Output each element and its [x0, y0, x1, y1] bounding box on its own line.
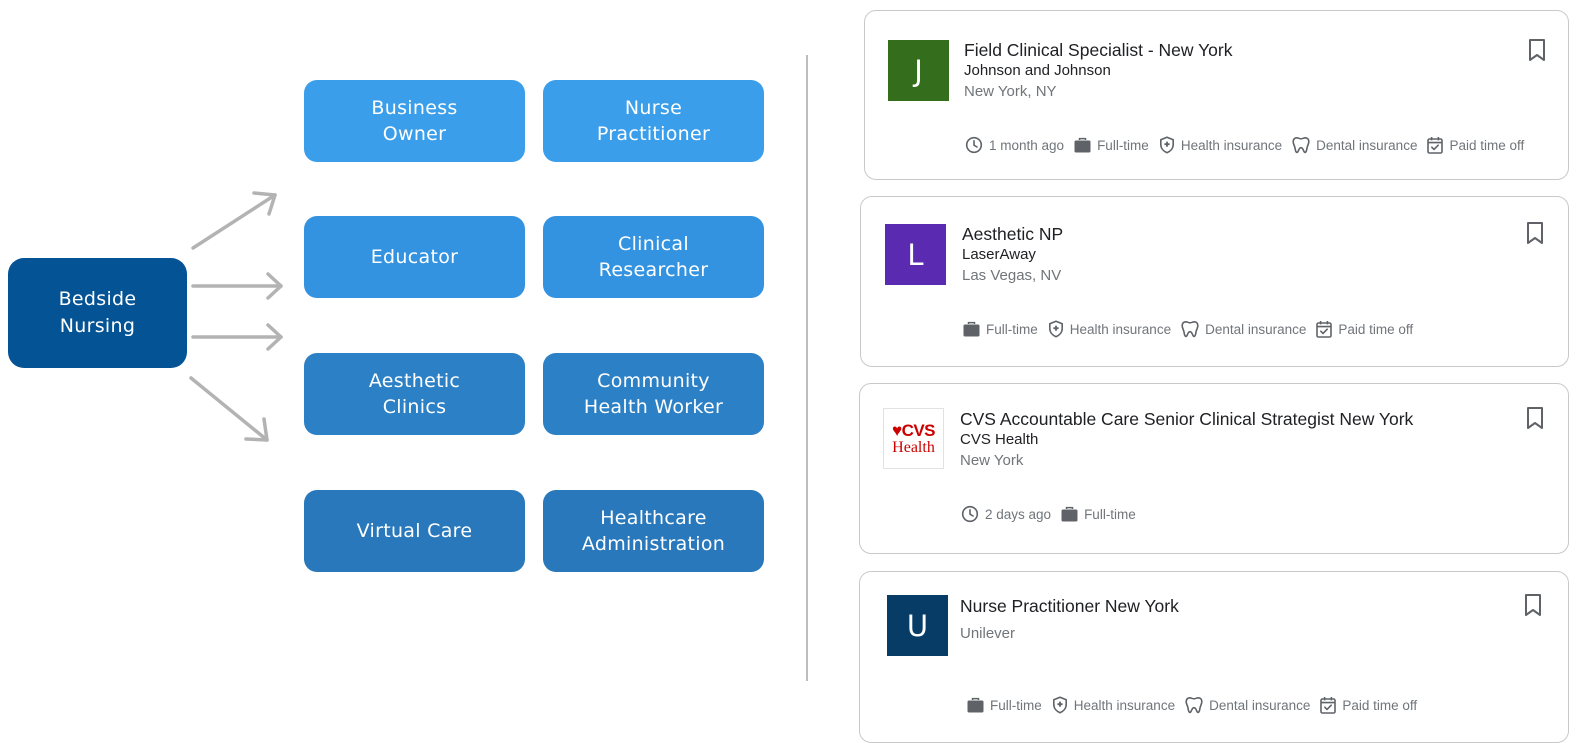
- arrow-down-right: [189, 376, 269, 442]
- company-logo: J: [888, 40, 949, 101]
- health-shield-icon: [1052, 696, 1067, 714]
- tooth-icon: [1292, 137, 1310, 154]
- tag-text: Full-time: [990, 697, 1042, 713]
- career-community-health-worker[interactable]: Community Health Worker: [543, 353, 764, 435]
- calendar-check-icon: [1316, 321, 1333, 338]
- job-card[interactable]: ♥CVS Health CVS Accountable Care Senior …: [859, 383, 1569, 554]
- tag-text: Dental insurance: [1316, 137, 1418, 153]
- job-card[interactable]: J Field Clinical Specialist - New York J…: [864, 10, 1569, 180]
- tag-posted: 2 days ago: [961, 505, 1051, 523]
- bookmark-icon[interactable]: [1525, 221, 1545, 245]
- arrows-group: [189, 191, 283, 442]
- job-card[interactable]: L Aesthetic NP LaserAway Las Vegas, NV F…: [860, 196, 1569, 367]
- calendar-check-icon: [1427, 137, 1444, 154]
- tag-text: Full-time: [1084, 506, 1136, 522]
- tag-dental-insurance: Dental insurance: [1185, 696, 1310, 714]
- career-nurse-practitioner[interactable]: Nurse Practitioner: [543, 80, 764, 162]
- tag-text: Paid time off: [1342, 697, 1418, 713]
- clock-icon: [961, 505, 979, 523]
- job-title[interactable]: Aesthetic NP: [962, 224, 1063, 245]
- tag-paid-time-off: Paid time off: [1320, 696, 1417, 714]
- job-title[interactable]: CVS Accountable Care Senior Clinical Str…: [960, 409, 1413, 430]
- tooth-icon: [1185, 697, 1203, 714]
- job-location: Las Vegas, NV: [962, 267, 1062, 284]
- tag-health-insurance: Health insurance: [1048, 320, 1171, 338]
- job-tags: 1 month ago Full-time Health insurance D…: [965, 136, 1534, 154]
- tag-employment-type: Full-time: [967, 697, 1042, 713]
- tag-employment-type: Full-time: [963, 321, 1038, 337]
- tag-text: 1 month ago: [989, 137, 1065, 153]
- briefcase-icon: [967, 697, 984, 713]
- career-healthcare-administration[interactable]: Healthcare Administration: [543, 490, 764, 572]
- tag-text: Full-time: [1097, 137, 1149, 153]
- tag-health-insurance: Health insurance: [1159, 136, 1282, 154]
- tag-health-insurance: Health insurance: [1052, 696, 1175, 714]
- career-educator[interactable]: Educator: [304, 216, 525, 298]
- job-tags: Full-time Health insurance Dental insura…: [967, 696, 1427, 714]
- job-card[interactable]: U Nurse Practitioner New York Unilever F…: [859, 571, 1569, 743]
- bookmark-icon[interactable]: [1523, 593, 1543, 617]
- tag-text: Paid time off: [1449, 137, 1525, 153]
- vertical-divider: [806, 55, 808, 681]
- job-location: New York: [960, 452, 1024, 469]
- tag-paid-time-off: Paid time off: [1316, 320, 1413, 338]
- tag-text: Health insurance: [1069, 321, 1172, 337]
- career-clinical-researcher[interactable]: Clinical Researcher: [543, 216, 764, 298]
- briefcase-icon: [1074, 137, 1091, 153]
- briefcase-icon: [1061, 506, 1078, 522]
- tag-text: Dental insurance: [1209, 697, 1311, 713]
- career-aesthetic-clinics[interactable]: Aesthetic Clinics: [304, 353, 525, 435]
- arrow-up-right: [191, 191, 277, 250]
- job-tags: Full-time Health insurance Dental insura…: [963, 320, 1423, 338]
- tag-employment-type: Full-time: [1061, 506, 1136, 522]
- arrow-right-1: [191, 272, 283, 300]
- tooth-icon: [1181, 321, 1199, 338]
- career-virtual-care[interactable]: Virtual Care: [304, 490, 525, 572]
- company-name: LaserAway: [962, 246, 1036, 263]
- tag-text: Health insurance: [1073, 697, 1176, 713]
- tag-paid-time-off: Paid time off: [1427, 136, 1524, 154]
- job-title[interactable]: Nurse Practitioner New York: [960, 596, 1179, 617]
- tag-posted: 1 month ago: [965, 136, 1064, 154]
- career-business-owner[interactable]: Business Owner: [304, 80, 525, 162]
- tag-text: Health insurance: [1180, 137, 1283, 153]
- tag-employment-type: Full-time: [1074, 137, 1149, 153]
- company-name: CVS Health: [960, 431, 1039, 448]
- job-title[interactable]: Field Clinical Specialist - New York: [964, 40, 1232, 61]
- job-location: New York, NY: [964, 83, 1057, 100]
- bookmark-icon[interactable]: [1525, 406, 1545, 430]
- health-shield-icon: [1159, 136, 1174, 154]
- clock-icon: [965, 136, 983, 154]
- cvs-logo-wordmark: ♥CVS: [891, 420, 936, 440]
- tag-dental-insurance: Dental insurance: [1181, 320, 1306, 338]
- cvs-logo-health: Health: [892, 438, 935, 456]
- company-name: Johnson and Johnson: [964, 62, 1111, 79]
- health-shield-icon: [1048, 320, 1063, 338]
- tag-text: Paid time off: [1338, 321, 1414, 337]
- calendar-check-icon: [1320, 697, 1337, 714]
- tag-dental-insurance: Dental insurance: [1292, 136, 1417, 154]
- arrow-right-2: [191, 323, 283, 351]
- bedside-nursing-box: Bedside Nursing: [8, 258, 187, 368]
- company-logo-cvs: ♥CVS Health: [883, 408, 944, 469]
- tag-text: Full-time: [986, 321, 1038, 337]
- company-logo: L: [885, 224, 946, 285]
- company-logo: U: [887, 595, 948, 656]
- tag-text: 2 days ago: [985, 506, 1052, 522]
- bookmark-icon[interactable]: [1527, 38, 1547, 62]
- job-tags: 2 days ago Full-time: [961, 505, 1146, 523]
- briefcase-icon: [963, 321, 980, 337]
- tag-text: Dental insurance: [1205, 321, 1307, 337]
- job-location: Unilever: [960, 625, 1016, 642]
